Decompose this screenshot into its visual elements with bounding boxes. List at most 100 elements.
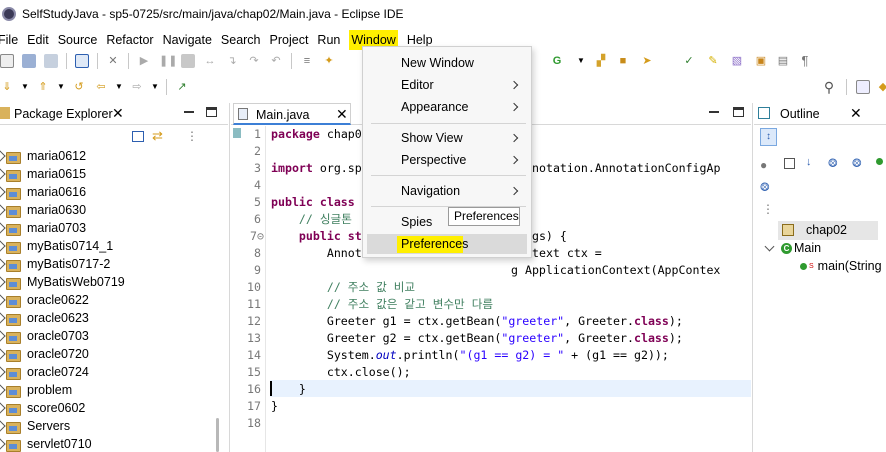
hide-fields-icon[interactable]: ● — [760, 158, 767, 172]
menu-item-spies[interactable]: Spies — [401, 215, 432, 229]
tree-item[interactable]: oracle0623 — [0, 309, 89, 327]
run-last-icon[interactable]: G — [550, 54, 564, 68]
menu-edit[interactable]: Edit — [27, 30, 58, 50]
menu-refactor[interactable]: Refactor — [106, 30, 162, 50]
maximize-icon[interactable] — [206, 107, 217, 117]
outline-class[interactable]: C Main — [764, 239, 821, 257]
toggle-block-icon[interactable]: ▧ — [730, 54, 744, 68]
menu-navigate[interactable]: Navigate — [163, 30, 221, 50]
package-explorer-title[interactable]: Package Explorer — [14, 107, 113, 121]
menu-item-editor[interactable]: Editor — [401, 78, 434, 92]
search-tool-icon[interactable]: ➤ — [640, 54, 654, 68]
menu-item-perspective[interactable]: Perspective — [401, 153, 466, 167]
next-annotation-icon[interactable]: ⇓ — [0, 80, 14, 94]
tree-item[interactable]: oracle0703 — [0, 327, 89, 345]
menu-run[interactable]: Run — [317, 30, 349, 50]
tree-item[interactable]: MyBatisWeb0719 — [0, 273, 125, 291]
word-wrap-icon[interactable]: ▤ — [776, 54, 790, 68]
terminate-icon[interactable] — [181, 54, 195, 68]
tree-item[interactable]: oracle0724 — [0, 363, 89, 381]
outline-method[interactable]: Smain(String — [800, 257, 882, 275]
step-return-icon[interactable]: ↶ — [269, 54, 283, 68]
collapse-all-icon[interactable] — [784, 158, 795, 169]
view-menu-icon[interactable]: ⋮ — [186, 129, 198, 143]
tree-item[interactable]: oracle0720 — [0, 345, 89, 363]
disconnect-icon[interactable]: ↔ — [203, 54, 217, 68]
tree-item[interactable]: maria0616 — [0, 183, 86, 201]
perspective-debug-icon[interactable]: ◆ — [876, 80, 886, 94]
tree-item[interactable]: Servers — [0, 417, 70, 435]
forward-menu-icon[interactable]: ▼ — [148, 80, 162, 94]
tab-main-java[interactable]: Main.java ✕ — [233, 103, 351, 125]
save-icon[interactable] — [22, 54, 36, 68]
close-icon[interactable]: ✕ — [112, 105, 124, 122]
last-edit-icon[interactable]: ↺ — [72, 80, 86, 94]
hide-nonpublic-icon[interactable]: ⨷ — [852, 156, 862, 171]
link-with-editor-icon[interactable]: ⇄ — [152, 128, 163, 144]
menu-item-navigation[interactable]: Navigation — [401, 184, 460, 198]
open-folder-icon[interactable]: ▞ — [594, 54, 608, 68]
step-into-icon[interactable]: ↴ — [225, 54, 239, 68]
view-menu-icon[interactable]: ⋮ — [762, 202, 774, 216]
console-icon[interactable] — [75, 54, 89, 68]
chevron-down-icon[interactable] — [764, 241, 775, 251]
open-perspective-icon[interactable]: ↗ — [175, 80, 189, 94]
back-icon[interactable]: ⇦ — [94, 80, 108, 94]
menu-source[interactable]: Source — [58, 30, 107, 50]
new-wizard-icon[interactable]: ✦ — [322, 54, 336, 68]
save-all-icon[interactable] — [44, 54, 58, 68]
maximize-icon[interactable] — [733, 107, 744, 117]
tree-item[interactable]: score0602 — [0, 399, 85, 417]
tree-item[interactable]: maria0703 — [0, 219, 86, 237]
minimize-icon[interactable] — [184, 111, 194, 113]
open-type-icon[interactable]: ≡ — [300, 54, 314, 68]
hide-static-icon[interactable]: ⨷ — [828, 156, 838, 171]
perspective-java-icon[interactable] — [856, 80, 870, 94]
scrollbar-thumb[interactable] — [216, 418, 219, 452]
skip-breakpoints-icon[interactable]: ✕ — [106, 54, 120, 68]
suspend-icon[interactable]: ❚❚ — [159, 54, 177, 68]
tree-item[interactable]: maria0612 — [0, 147, 86, 165]
menu-project[interactable]: Project — [270, 30, 318, 50]
close-icon[interactable]: ✕ — [850, 105, 862, 122]
sort-icon[interactable]: ↕ — [760, 128, 777, 146]
tree-item[interactable]: maria0615 — [0, 165, 86, 183]
tree-item[interactable]: problem — [0, 381, 72, 399]
tree-item[interactable]: servlet0710 — [0, 435, 92, 452]
menu-search[interactable]: Search — [221, 30, 270, 50]
project-icon — [6, 438, 22, 452]
close-icon[interactable]: ✕ — [336, 106, 348, 123]
line-number[interactable]: 7⊝ — [231, 228, 264, 245]
sort-alpha-icon[interactable]: ↓ — [806, 156, 812, 168]
minimize-icon[interactable] — [709, 111, 719, 113]
outline-title[interactable]: Outline — [780, 107, 820, 121]
forward-icon[interactable]: ⇨ — [130, 80, 144, 94]
tree-item[interactable]: oracle0622 — [0, 291, 89, 309]
tree-item[interactable]: myBatis0717-2 — [0, 255, 110, 273]
menu-item-appearance[interactable]: Appearance — [401, 100, 468, 114]
prev-annotation-icon[interactable]: ⇑ — [36, 80, 50, 94]
run-menu-icon[interactable]: ▼ — [574, 54, 588, 68]
tree-item[interactable]: myBatis0714_1 — [0, 237, 113, 255]
resume-icon[interactable]: ▶ — [137, 54, 151, 68]
highlight-icon[interactable]: ✎ — [706, 54, 720, 68]
toggle-mark-icon[interactable]: ✓ — [682, 54, 696, 68]
show-whitespace-icon[interactable]: ▣ — [754, 54, 768, 68]
next-annotation-menu-icon[interactable]: ▼ — [18, 80, 32, 94]
menu-file[interactable]: File — [0, 30, 27, 50]
menu-item-preferences[interactable]: Preferences — [401, 237, 468, 251]
collapse-all-icon[interactable] — [132, 131, 144, 142]
tree-item[interactable]: maria0630 — [0, 201, 86, 219]
menu-item-show-view[interactable]: Show View — [401, 131, 463, 145]
search-icon[interactable]: ⚲ — [822, 80, 836, 94]
back-menu-icon[interactable]: ▼ — [112, 80, 126, 94]
menu-item-new-window[interactable]: New Window — [401, 56, 474, 70]
outline-package[interactable]: chap02 — [782, 221, 847, 239]
step-over-icon[interactable]: ↷ — [247, 54, 261, 68]
new-icon[interactable] — [0, 54, 14, 68]
pilcrow-icon[interactable]: ¶ — [798, 54, 812, 68]
link-icon[interactable]: ⨷ — [760, 180, 770, 195]
open-file-icon[interactable]: ■ — [616, 54, 630, 68]
hide-local-types-icon[interactable] — [876, 158, 883, 165]
prev-annotation-menu-icon[interactable]: ▼ — [54, 80, 68, 94]
